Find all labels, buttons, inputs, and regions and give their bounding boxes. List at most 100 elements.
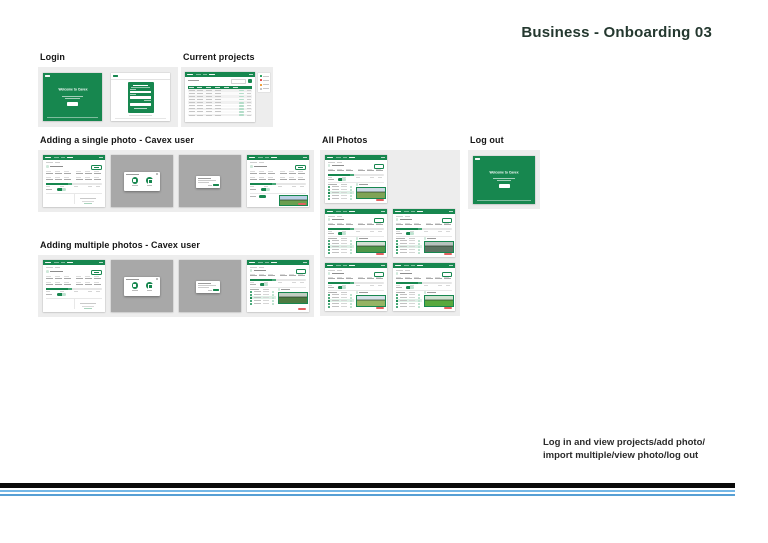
list-cell: [409, 252, 415, 253]
tick-label: [60, 291, 64, 292]
field-value: [346, 170, 353, 171]
status-badge: [239, 93, 244, 95]
photo-icon: [328, 186, 330, 188]
photo-treeline: [425, 245, 453, 247]
list-cell: [341, 195, 347, 196]
cell-text: [215, 108, 221, 109]
field-value: [94, 179, 101, 180]
row-action-icon: [272, 303, 274, 305]
screen-all_photos-2-photo-list[interactable]: [325, 209, 387, 257]
legend-text: [263, 80, 269, 81]
section-panel: Welcome to Cavex: [468, 150, 540, 209]
nav-item: [343, 211, 348, 212]
field-value: [298, 275, 305, 276]
list-cell: [332, 252, 339, 253]
project-title: [400, 273, 412, 275]
tick-label: [74, 186, 78, 187]
screen-logout-1-welcome[interactable]: Welcome to Cavex: [473, 156, 535, 204]
progress-fill: [46, 288, 68, 290]
progress-fill: [328, 174, 350, 176]
tick-label: [250, 186, 254, 187]
row-action-icon: [350, 306, 352, 308]
project-title: [50, 271, 63, 273]
photo-section-title: [359, 184, 368, 185]
list-cell: [409, 246, 415, 247]
cell-text: [189, 108, 195, 109]
list-cell: [332, 306, 339, 307]
screen-current_projects-2-note[interactable]: [258, 73, 270, 92]
icon-label: [147, 185, 153, 186]
caption-line: import multiple/view photo/log out: [543, 449, 705, 462]
cell-text: [206, 96, 212, 97]
field-value: [337, 224, 344, 225]
cell-text: [247, 99, 251, 100]
screen-multiple_photos-3-dialog[interactable]: [179, 260, 241, 312]
logo-mark: [45, 157, 51, 159]
screen-multiple_photos-2-modal-icons[interactable]: [111, 260, 173, 312]
screen-single_photo-4-detail-photo[interactable]: [247, 155, 309, 207]
photos-label: [46, 189, 52, 190]
status-badge: [239, 99, 244, 101]
row-action-icon: [272, 297, 274, 299]
screen-single_photo-2-modal-icons[interactable]: [111, 155, 173, 207]
nav-item-active: [209, 74, 215, 76]
helper-text: [129, 115, 153, 116]
nav-item: [54, 262, 59, 263]
toggle-off: [410, 286, 414, 289]
breadcrumb: [396, 270, 403, 271]
field-label: [55, 276, 60, 277]
screen-current_projects-1-projects-table[interactable]: [185, 72, 255, 122]
divider: [250, 193, 306, 194]
photo-thumbnail: [424, 241, 454, 254]
screen-login-2-login-form[interactable]: [111, 73, 170, 121]
screen-all_photos-1-photo-list[interactable]: [325, 155, 387, 203]
field-value: [280, 179, 287, 180]
progress-fill-secondary: [350, 228, 354, 230]
tick-label: [424, 231, 428, 232]
field-label: [435, 277, 440, 278]
screen-single_photo-1-detail-empty[interactable]: [43, 155, 105, 207]
camera-glyph: [133, 179, 136, 181]
field-value: [367, 170, 374, 171]
section-panel: [38, 150, 314, 212]
field-label: [64, 282, 69, 283]
field-label: [289, 171, 294, 172]
progress-fill: [250, 183, 272, 185]
search-input: [231, 79, 246, 84]
screen-login-1-welcome[interactable]: Welcome to Cavex: [43, 73, 102, 121]
field-value: [426, 224, 433, 225]
tick-label: [446, 285, 450, 286]
screen-all_photos-3-photo-list[interactable]: [393, 209, 455, 257]
field-label: [280, 177, 285, 178]
list-header: [341, 292, 347, 293]
screen-multiple_photos-1-detail-empty[interactable]: [43, 260, 105, 312]
app-topbar: [247, 155, 309, 160]
tick-label: [250, 282, 254, 283]
close-icon: [156, 278, 158, 280]
project-icon: [328, 272, 330, 274]
cell-text: [206, 99, 212, 100]
cell-text: [189, 90, 195, 91]
list-cell: [341, 294, 347, 295]
nav-item-active: [271, 157, 277, 159]
field-label: [346, 223, 351, 224]
status-badge: [239, 111, 244, 113]
welcome-subtext: [65, 98, 79, 99]
field-label: [358, 223, 363, 224]
screen-single_photo-3-dialog[interactable]: [179, 155, 241, 207]
row-action-icon: [350, 240, 352, 242]
user-menu: [449, 211, 453, 212]
nav-item: [411, 211, 416, 212]
icon-label: [132, 185, 138, 186]
row-action-icon: [350, 300, 352, 302]
screen-all_photos-5-photo-list[interactable]: [393, 263, 455, 311]
screen-all_photos-4-photo-list[interactable]: [325, 263, 387, 311]
upload-photo-modal: [124, 277, 160, 296]
screen-multiple_photos-4-detail-photo-list[interactable]: [247, 260, 309, 312]
field-label: [46, 282, 51, 283]
nav-item-active: [417, 265, 423, 267]
breadcrumb: [328, 162, 335, 163]
list-cell: [254, 297, 261, 298]
cell-text: [247, 96, 251, 97]
field-value: [55, 284, 62, 285]
